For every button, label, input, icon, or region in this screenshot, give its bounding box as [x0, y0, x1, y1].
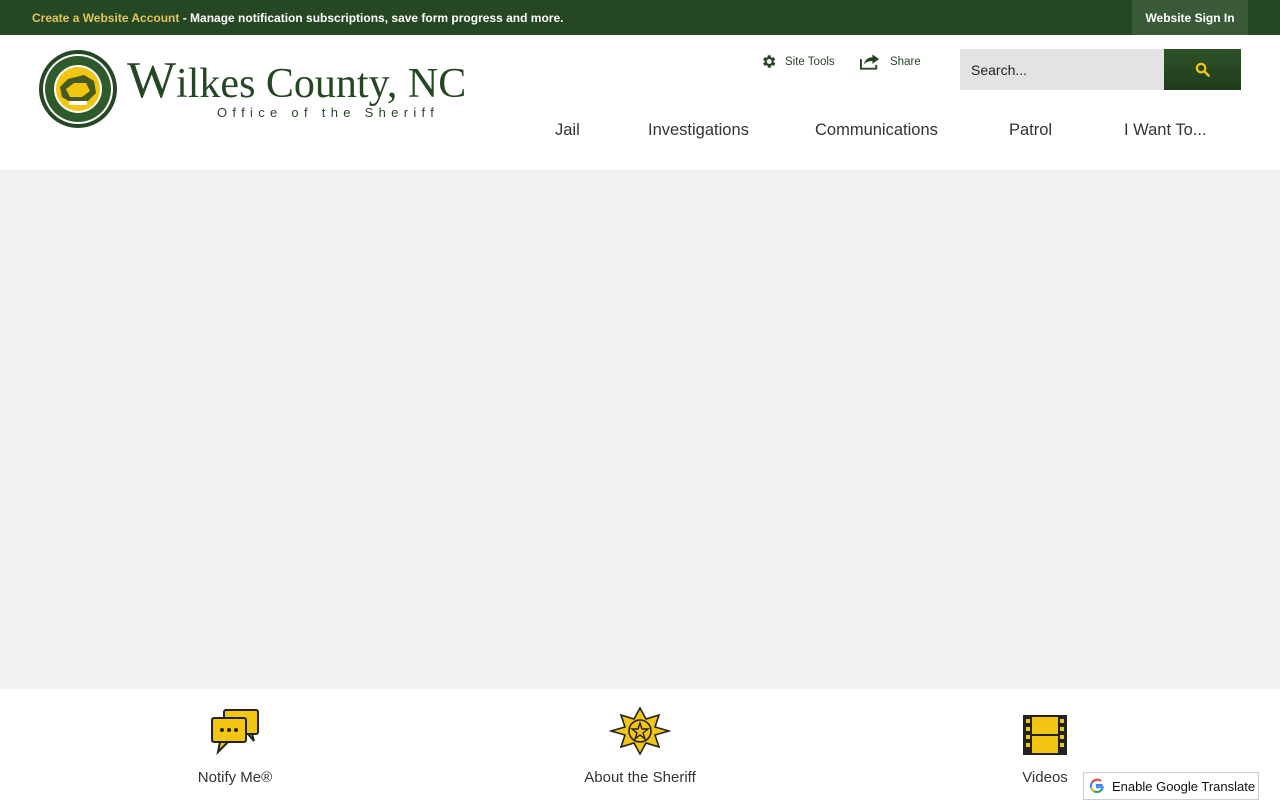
google-translate-label: Enable Google Translate — [1112, 778, 1256, 794]
search-input[interactable] — [960, 49, 1164, 90]
account-message: Create a Website Account - Manage notifi… — [32, 11, 563, 25]
nav-item-i-want-to[interactable]: I Want To... — [1124, 121, 1207, 140]
search-button[interactable] — [1164, 49, 1241, 90]
share-label: Share — [890, 56, 921, 68]
nav-item-investigations[interactable]: Investigations — [648, 121, 749, 140]
site-title-initial: W — [127, 52, 177, 109]
site-title: Wilkes County, NC — [127, 55, 467, 108]
site-tools-button[interactable]: Site Tools — [760, 53, 835, 70]
county-seal-logo[interactable] — [38, 49, 118, 129]
search-icon — [1195, 62, 1210, 77]
account-message-text: - Manage notification subscriptions, sav… — [179, 11, 564, 25]
site-subtitle: Office of the Sheriff — [217, 105, 440, 120]
sheriff-star-badge-icon — [609, 707, 671, 755]
nav-item-patrol[interactable]: Patrol — [1009, 121, 1052, 140]
share-button[interactable]: Share — [859, 53, 921, 71]
quick-link-about-the-sheriff[interactable]: About the Sheriff — [540, 707, 740, 786]
nav-item-jail[interactable]: Jail — [555, 121, 580, 140]
nav-item-communications[interactable]: Communications — [815, 121, 938, 140]
site-wordmark[interactable]: Wilkes County, NC Office of the Sheriff — [127, 55, 467, 121]
site-tools-label: Site Tools — [785, 55, 835, 68]
quick-link-notify-me[interactable]: Notify Me® — [135, 707, 335, 786]
film-strip-icon — [1023, 715, 1067, 755]
top-notification-bar: Create a Website Account - Manage notifi… — [0, 0, 1280, 35]
gear-icon — [763, 55, 776, 68]
site-title-rest: ilkes County, NC — [176, 61, 467, 107]
create-account-link[interactable]: Create a Website Account — [32, 11, 179, 25]
site-header: Wilkes County, NC Office of the Sheriff … — [0, 35, 1280, 170]
quick-link-label: About the Sheriff — [584, 769, 696, 786]
website-sign-in-button[interactable]: Website Sign In — [1132, 0, 1248, 35]
chat-bubbles-icon — [211, 709, 259, 755]
google-translate-icon — [1089, 778, 1105, 794]
main-content-area — [0, 170, 1280, 689]
share-icon — [859, 54, 880, 70]
quick-link-label: Notify Me® — [197, 769, 273, 786]
google-translate-button[interactable]: Enable Google Translate — [1083, 772, 1259, 800]
